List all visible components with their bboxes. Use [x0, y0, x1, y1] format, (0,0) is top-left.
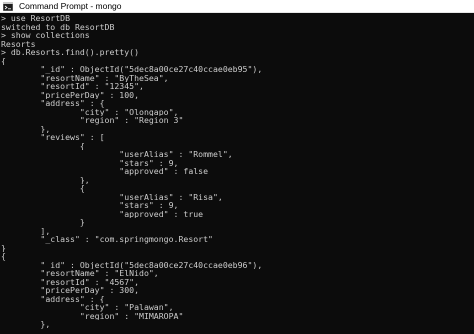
console-line: switched to db ResortDB [1, 22, 115, 31]
console-line: > db.Resorts.find().pretty() [1, 48, 140, 57]
console-line: "city" : "Palawan", [1, 303, 174, 312]
console-line: "userAlias" : "Risa", [1, 192, 223, 201]
console-line: "_class" : "com.springmongo.Resort" [1, 235, 213, 244]
console-line: "city" : "Olongapo", [1, 107, 179, 116]
console-line: "userAlias" : "Rommel", [1, 150, 233, 159]
command-prompt-icon [3, 1, 13, 11]
console-line: { [1, 252, 6, 261]
console-line: }, [1, 124, 51, 133]
console-line: > show collections [1, 31, 90, 40]
console-line: "address" : { [1, 294, 105, 303]
console-line: "resortName" : "ByTheSea", [1, 73, 169, 82]
console-line: > use ResortDB [1, 14, 71, 23]
console-line: "pricePerDay" : 100, [1, 90, 140, 99]
console-line: { [1, 141, 85, 150]
console-line: "stars" : 9, [1, 158, 179, 167]
console-line: { [1, 56, 6, 65]
console-line: "region" : "Region 3" [1, 116, 184, 125]
console-line: "resortName" : "ElNido", [1, 269, 159, 278]
console-line: "reviews" : [ [1, 133, 105, 142]
console-line: "address" : { [1, 99, 105, 108]
window-title: Command Prompt - mongo [19, 0, 122, 11]
console-line: ], [1, 226, 51, 235]
console-line: "_id" : ObjectId("5dec8a00ce27c40ccae0eb… [1, 65, 263, 74]
console-line: }, [1, 320, 51, 329]
console-line: Resorts [1, 39, 36, 48]
console-line: "pricePerDay" : 300, [1, 286, 140, 295]
command-prompt-window: Command Prompt - mongo > use ResortDB swi… [0, 0, 474, 334]
console-line: { [1, 184, 85, 193]
console-line: "_id" : ObjectId("5dec8a00ce27c40ccae0eb… [1, 260, 263, 269]
console-line: "region" : "MIMAROPA" [1, 311, 184, 320]
console-line: "stars" : 9, [1, 201, 179, 210]
console-line: }, [1, 175, 90, 184]
console-line: "resortId" : "12345", [1, 82, 144, 91]
console-line: } [1, 218, 85, 227]
title-bar[interactable]: Command Prompt - mongo [0, 0, 474, 13]
console-line: "approved" : false [1, 167, 209, 176]
console-line: "approved" : true [1, 209, 204, 218]
console-line: } [1, 243, 6, 252]
console-line: "resortId" : "4567", [1, 277, 140, 286]
console-output[interactable]: > use ResortDB switched to db ResortDB > s… [0, 13, 474, 334]
